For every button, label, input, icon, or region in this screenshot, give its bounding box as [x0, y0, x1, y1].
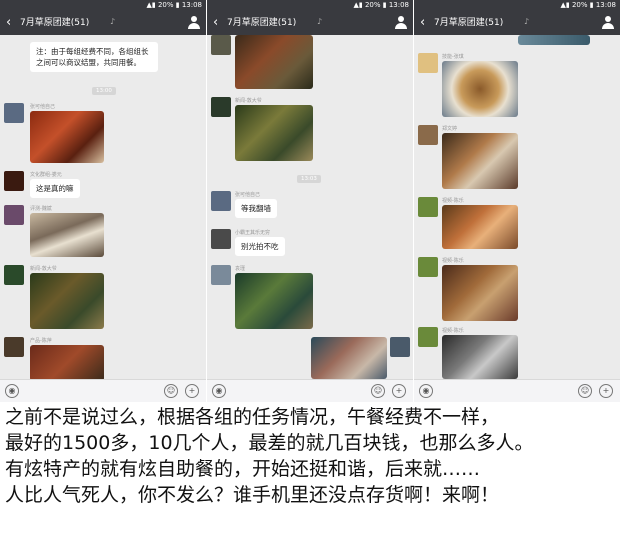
caption-line: 人比人气死人，你不发么？谁手机里还没点存货啊！来啊！ [5, 484, 500, 506]
sender-name: 文化群组-娄元 [30, 172, 62, 178]
avatar[interactable] [4, 103, 24, 123]
chat-screenshot-2: ▲▮ 20% ▮ 13:08 ‹ 7月草原团建(51) ♪ 新闻-敦大爷 13:… [207, 0, 413, 402]
mute-icon: ♪ [110, 17, 116, 26]
sender-name: 袁瑾 [235, 266, 246, 272]
battery-level: 20% [571, 1, 588, 9]
lobster-tank-photo[interactable] [235, 105, 313, 161]
sender-name: 视频-陈乐 [442, 258, 464, 264]
food-photo[interactable] [30, 345, 104, 379]
back-arrow-icon[interactable]: ‹ [213, 15, 218, 31]
avatar[interactable] [418, 125, 438, 145]
group-info-icon[interactable] [602, 16, 614, 29]
lobster-tank-photo[interactable] [30, 273, 104, 329]
chat-title: 7月草原团建(51) [434, 18, 504, 28]
message-bubble: 这是真的嘛 [30, 179, 80, 198]
avatar[interactable] [211, 35, 231, 55]
oyster-photo[interactable] [442, 335, 518, 379]
caption-line: 有炫特产的就有炫自助餐的，开始还挺和谐，后来就…… [5, 458, 481, 480]
status-bar: ▲▮ 20% ▮ 13:08 [207, 0, 413, 11]
sender-name: 新闻-敦大爷 [235, 98, 262, 104]
food-photo[interactable] [442, 133, 518, 189]
message-bubble: 别光拍不吃 [235, 237, 285, 256]
back-arrow-icon[interactable]: ‹ [420, 15, 425, 31]
chat-screenshot-3: ▲▮ 20% ▮ 13:08 ‹ 7月草原团建(51) ♪ 技能-张琪 郑文婷 … [414, 0, 620, 402]
chat-header: ‹ 7月草原团建(51) ♪ [0, 11, 206, 35]
avatar[interactable] [211, 229, 231, 249]
status-bar: ▲▮ 20% ▮ 13:08 [0, 0, 206, 11]
avatar[interactable] [4, 265, 24, 285]
avatar[interactable] [418, 197, 438, 217]
avatar[interactable] [418, 257, 438, 277]
caption-text: 之前不是说过么，根据各组的任务情况，午餐经费不一样， 最好的1500多，10几个… [5, 404, 617, 508]
sender-name: 视频-陈乐 [442, 198, 464, 204]
avatar[interactable] [390, 337, 410, 357]
food-photo[interactable] [311, 337, 387, 379]
chat-area[interactable]: 注：由于每组经费不同，各组组长之间可以商议结盟，共同用餐。 13:00 张可他自… [0, 35, 206, 379]
status-time: 13:08 [388, 1, 409, 9]
oyster-photo[interactable] [30, 213, 104, 257]
voice-icon[interactable]: ◉ [419, 384, 433, 398]
emoji-icon[interactable]: ☺ [578, 384, 592, 398]
emoji-icon[interactable]: ☺ [371, 384, 385, 398]
food-photo[interactable] [30, 111, 104, 163]
chat-area[interactable]: 技能-张琪 郑文婷 视频-陈乐 视频-陈乐 视频-陈乐 [414, 35, 620, 379]
avatar[interactable] [418, 53, 438, 73]
group-info-icon[interactable] [188, 16, 200, 29]
noodle-photo[interactable] [442, 265, 518, 321]
food-photo[interactable] [235, 35, 313, 89]
sender-name: 郑文婷 [442, 126, 458, 132]
message-bubble: 等我翻墙 [235, 199, 277, 218]
voice-icon[interactable]: ◉ [5, 384, 19, 398]
timestamp: 13:00 [92, 87, 116, 95]
avatar[interactable] [4, 171, 24, 191]
avatar[interactable] [211, 97, 231, 117]
sender-name: 新闻-敦大爷 [30, 266, 57, 272]
mute-icon: ♪ [317, 17, 323, 26]
input-bar: ◉ ☺ + [0, 379, 206, 402]
sender-name: 评测-魏斌 [30, 206, 52, 212]
caption-line: 之前不是说过么，根据各组的任务情况，午餐经费不一样， [5, 406, 500, 428]
battery-level: 20% [364, 1, 381, 9]
input-bar: ◉ ☺ + [207, 379, 413, 402]
chat-area[interactable]: 新闻-敦大爷 13:03 张可他自己 等我翻墙 小霸王其乐无穷 别光拍不吃 袁瑾 [207, 35, 413, 379]
sender-name: 产品-陈萍 [30, 338, 52, 344]
chat-screenshot-1: ▲▮ 20% ▮ 13:08 ‹ 7月草原团建(51) ♪ 注：由于每组经费不同… [0, 0, 206, 402]
announcement-bubble: 注：由于每组经费不同，各组组长之间可以商议结盟，共同用餐。 [30, 42, 158, 72]
chat-title: 7月草原团建(51) [20, 18, 90, 28]
voice-icon[interactable]: ◉ [212, 384, 226, 398]
caption-line: 最好的1500多，10几个人，最差的就几百块钱，也那么多人。 [5, 432, 534, 454]
sender-name: 小霸王其乐无穷 [235, 230, 271, 236]
emoji-icon[interactable]: ☺ [164, 384, 178, 398]
avatar[interactable] [418, 327, 438, 347]
screenshot-panels: ▲▮ 20% ▮ 13:08 ‹ 7月草原团建(51) ♪ 注：由于每组经费不同… [0, 0, 620, 402]
rice-bowl-photo[interactable] [442, 61, 518, 117]
sender-name: 视频-陈乐 [442, 328, 464, 334]
avatar[interactable] [4, 205, 24, 225]
crab-tank-photo[interactable] [235, 273, 313, 329]
chat-title: 7月草原团建(51) [227, 18, 297, 28]
avatar[interactable] [4, 337, 24, 357]
mute-icon: ♪ [524, 17, 530, 26]
sender-name: 技能-张琪 [442, 54, 464, 60]
plus-icon[interactable]: + [392, 384, 406, 398]
sender-name: 张可他自己 [30, 104, 56, 110]
back-arrow-icon[interactable]: ‹ [6, 15, 11, 31]
group-info-icon[interactable] [395, 16, 407, 29]
battery-level: 20% [157, 1, 174, 9]
status-bar: ▲▮ 20% ▮ 13:08 [414, 0, 620, 11]
avatar[interactable] [211, 265, 231, 285]
status-time: 13:08 [181, 1, 202, 9]
avatar[interactable] [211, 191, 231, 211]
timestamp: 13:03 [297, 175, 321, 183]
food-photo[interactable] [518, 35, 590, 45]
input-bar: ◉ ☺ + [414, 379, 620, 402]
chat-header: ‹ 7月草原团建(51) ♪ [414, 11, 620, 35]
plus-icon[interactable]: + [185, 384, 199, 398]
food-photo[interactable] [442, 205, 518, 249]
sender-name: 张可他自己 [235, 192, 261, 198]
chat-header: ‹ 7月草原团建(51) ♪ [207, 11, 413, 35]
status-time: 13:08 [595, 1, 616, 9]
plus-icon[interactable]: + [599, 384, 613, 398]
